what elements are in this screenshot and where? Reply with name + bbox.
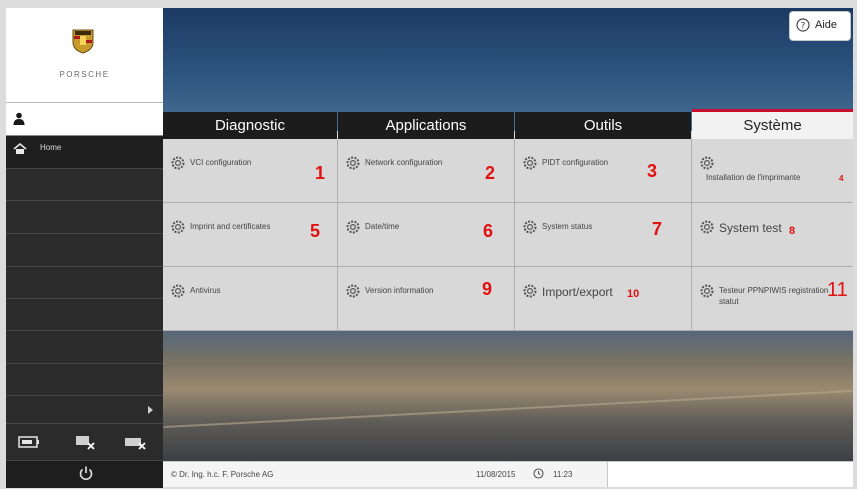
footer: © Dr. Ing. h.c. F. Porsche AG 11/08/2015…	[163, 461, 607, 487]
gear-icon	[523, 220, 537, 234]
annotation-number: 1	[315, 163, 326, 183]
sidebar-divider	[6, 298, 163, 299]
date-text: 11/08/2015	[476, 470, 516, 479]
annotation-number: 3	[647, 161, 658, 181]
tile-label: Import/export	[542, 285, 613, 299]
tile-label: Antivirus	[190, 286, 221, 295]
porsche-crest-icon	[72, 29, 94, 54]
annotation-number: 8	[789, 225, 796, 237]
sidebar-divider	[6, 266, 163, 267]
gear-icon	[523, 156, 537, 170]
tile-label: System test	[719, 221, 782, 235]
tab-outils[interactable]: Outils	[515, 112, 691, 139]
annotation-number: 6	[483, 221, 494, 241]
tile-system-test[interactable]: System test 8	[692, 203, 853, 266]
tile-label: Date/time	[365, 222, 400, 231]
tile-vci-configuration[interactable]: VCI configuration 1	[163, 139, 337, 202]
user-icon[interactable]	[12, 112, 26, 126]
home-icon	[13, 143, 27, 154]
help-button[interactable]: ? Aide	[789, 11, 851, 41]
tile-version-information[interactable]: Version information 9	[338, 267, 514, 330]
help-label: Aide	[815, 19, 838, 31]
gear-icon	[171, 220, 185, 234]
sidebar: PORSCHE Home	[6, 8, 163, 488]
tile-pidt-configuration[interactable]: PIDT configuration 3	[515, 139, 691, 202]
tile-label: Installation de l'imprimante	[706, 173, 801, 182]
sidebar-divider	[6, 363, 163, 364]
annotation-number: 7	[652, 219, 663, 239]
tile-label: Testeur PPNPIWIS registration statut	[719, 286, 829, 306]
tile-installation-imprimante[interactable]: Installation de l'imprimante 4	[692, 139, 853, 202]
gear-icon	[523, 284, 537, 298]
annotation-number: 9	[482, 279, 493, 299]
svg-text:?: ?	[801, 22, 806, 32]
power-icon[interactable]	[78, 465, 94, 481]
footer-right-panel	[607, 461, 853, 487]
annotation-number: 11	[827, 279, 848, 301]
gear-icon	[700, 284, 714, 298]
tile-date-time[interactable]: Date/time 6	[338, 203, 514, 266]
gear-icon	[700, 156, 714, 170]
gear-icon	[346, 284, 360, 298]
expand-arrow-icon[interactable]	[148, 406, 153, 414]
tab-diagnostic[interactable]: Diagnostic	[163, 112, 337, 139]
gear-icon	[700, 220, 714, 234]
tab-systeme[interactable]: Système	[692, 109, 853, 139]
user-row[interactable]	[6, 103, 163, 136]
tile-import-export[interactable]: Import/export 10	[515, 267, 691, 330]
sidebar-item-label: Home	[40, 143, 62, 152]
power-row	[6, 460, 163, 488]
tile-label: VCI configuration	[190, 158, 252, 167]
gear-icon	[171, 284, 185, 298]
copyright-text: © Dr. Ing. h.c. F. Porsche AG	[171, 470, 274, 479]
tab-applications[interactable]: Applications	[338, 112, 514, 139]
gear-icon	[346, 220, 360, 234]
sidebar-item-home[interactable]: Home	[6, 136, 163, 169]
brand-wordmark: PORSCHE	[59, 70, 110, 79]
annotation-number: 4	[839, 174, 844, 183]
tile-network-configuration[interactable]: Network configuration 2	[338, 139, 514, 202]
vci-disconnected-icon[interactable]	[74, 434, 96, 450]
tile-imprint-certificates[interactable]: Imprint and certificates 5	[163, 203, 337, 266]
tile-label: Imprint and certificates	[190, 222, 271, 231]
time-text: 11:23	[553, 470, 573, 479]
network-disconnected-icon[interactable]	[124, 434, 146, 450]
tile-label: Network configuration	[365, 158, 443, 167]
sidebar-divider	[6, 200, 163, 201]
battery-icon[interactable]	[18, 434, 40, 450]
tile-grid: VCI configuration 1 Network configuratio…	[163, 139, 853, 331]
clock-icon	[533, 468, 544, 479]
tile-antivirus[interactable]: Antivirus	[163, 267, 337, 330]
sidebar-divider	[6, 330, 163, 331]
main-area: ? Aide Diagnostic Applications Outils Sy…	[163, 8, 853, 487]
sidebar-divider	[6, 233, 163, 234]
annotation-number: 2	[485, 163, 496, 183]
annotation-number: 5	[310, 221, 321, 241]
tile-label: System status	[542, 222, 593, 231]
annotation-number: 10	[627, 288, 640, 300]
logo-area: PORSCHE	[6, 8, 163, 103]
tile-system-status[interactable]: System status 7	[515, 203, 691, 266]
help-icon: ?	[796, 18, 810, 32]
gear-icon	[346, 156, 360, 170]
sidebar-divider	[6, 395, 163, 396]
gear-icon	[171, 156, 185, 170]
tile-label: Version information	[365, 286, 434, 295]
sidebar-divider	[6, 423, 163, 424]
tile-testeur-ppnpiwis[interactable]: Testeur PPNPIWIS registration statut 11	[692, 267, 853, 330]
tile-label: PIDT configuration	[542, 158, 609, 167]
